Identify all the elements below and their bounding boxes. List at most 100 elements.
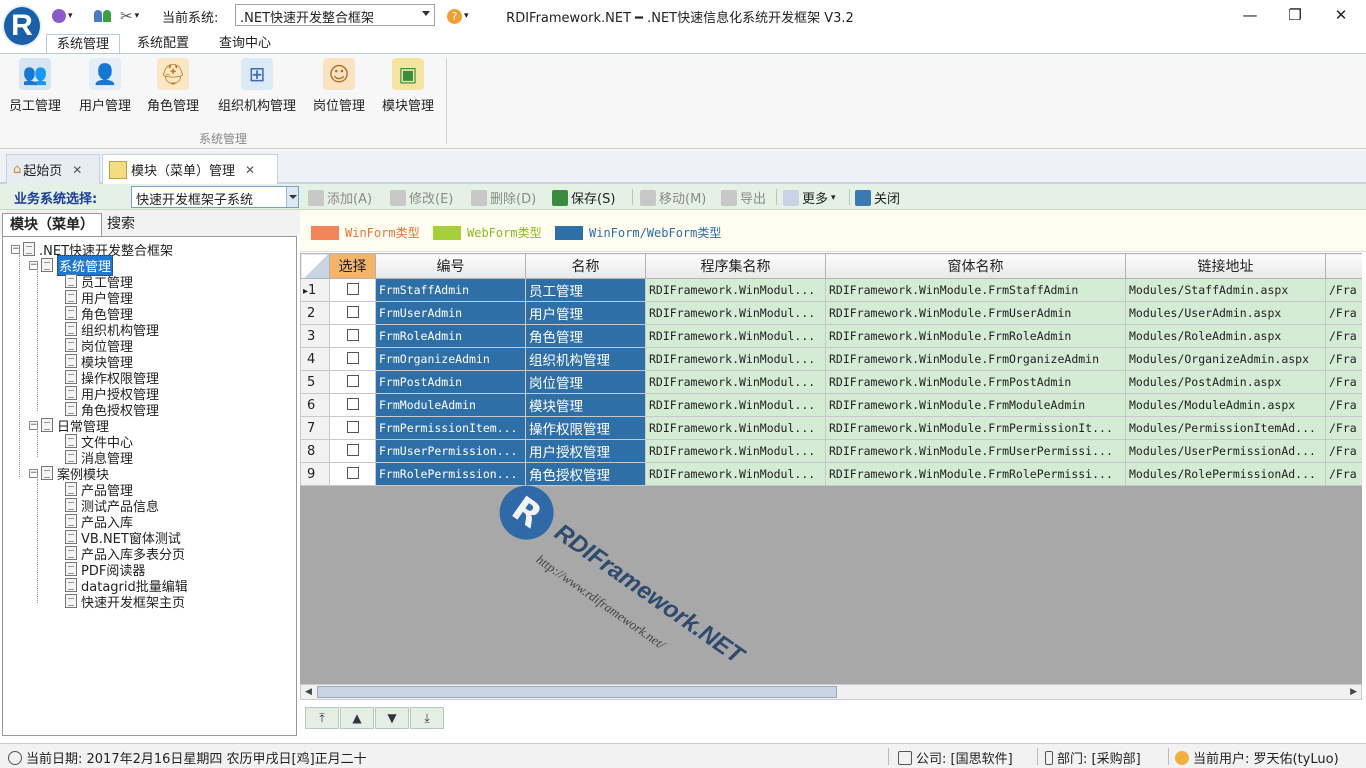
checkbox[interactable] — [346, 397, 359, 410]
previous-record-button[interactable]: ▲ — [340, 707, 374, 729]
checkbox[interactable] — [346, 282, 359, 295]
cell-extra[interactable]: /Fra — [1325, 324, 1362, 348]
cell-extra[interactable]: /Fra — [1325, 347, 1362, 371]
last-record-button[interactable]: ⤓ — [410, 707, 444, 729]
row-checkbox[interactable] — [329, 324, 376, 348]
cell-assembly[interactable]: RDIFramework.WinModul... — [645, 278, 826, 302]
checkbox[interactable] — [346, 443, 359, 456]
cell-form[interactable]: RDIFramework.WinModule.FrmRoleAdmin — [825, 324, 1126, 348]
column-header-select[interactable]: 选择 — [329, 253, 376, 279]
cell-url[interactable]: Modules/RolePermissionAd... — [1125, 462, 1326, 486]
checkbox[interactable] — [346, 466, 359, 479]
row-number[interactable]: 4 — [300, 347, 330, 371]
select-all-corner[interactable] — [300, 253, 330, 279]
cell-name[interactable]: 岗位管理 — [525, 370, 646, 394]
cell-form[interactable]: RDIFramework.WinModule.FrmUserPermissi..… — [825, 439, 1126, 463]
table-row[interactable]: 5 FrmPostAdmin 岗位管理 RDIFramework.WinModul..… — [300, 370, 1362, 394]
table-row[interactable]: 6 FrmModuleAdmin 模块管理 RDIFramework.WinModul… — [300, 393, 1362, 417]
collapse-icon[interactable]: − — [29, 420, 38, 430]
tree-item[interactable]: 快速开发框架主页 — [65, 593, 185, 611]
cell-assembly[interactable]: RDIFramework.WinModul... — [645, 370, 826, 394]
cell-code[interactable]: FrmRoleAdmin — [375, 324, 526, 348]
restore-button[interactable]: ❐ — [1280, 4, 1310, 26]
tab-system-management[interactable]: 系统管理 — [46, 34, 121, 55]
column-header-more[interactable] — [1325, 253, 1362, 279]
cell-code[interactable]: FrmPermissionItem... — [375, 416, 526, 440]
row-number[interactable]: 9 — [300, 462, 330, 486]
horizontal-scrollbar[interactable]: ◀ ▶ — [300, 684, 1362, 700]
export-button[interactable]: 导出 — [721, 188, 766, 207]
row-checkbox[interactable] — [329, 301, 376, 325]
minimize-button[interactable]: — — [1235, 4, 1265, 26]
row-number[interactable]: 6 — [300, 393, 330, 417]
table-row[interactable]: 2 FrmUserAdmin 用户管理 RDIFramework.WinModul..… — [300, 301, 1362, 325]
cell-code[interactable]: FrmStaffAdmin — [375, 278, 526, 302]
cell-form[interactable]: RDIFramework.WinModule.FrmPostAdmin — [825, 370, 1126, 394]
cell-code[interactable]: FrmOrganizeAdmin — [375, 347, 526, 371]
row-number[interactable]: 8 — [300, 439, 330, 463]
cell-name[interactable]: 用户授权管理 — [525, 439, 646, 463]
row-number[interactable]: 5 — [300, 370, 330, 394]
post-management-button[interactable]: ☺ 岗位管理 — [309, 58, 369, 118]
checkbox[interactable] — [346, 305, 359, 318]
row-number[interactable]: 2 — [300, 301, 330, 325]
cell-name[interactable]: 组织机构管理 — [525, 347, 646, 371]
tab-module-tree[interactable]: 模块（菜单） — [2, 213, 102, 236]
cell-code[interactable]: FrmUserPermission... — [375, 439, 526, 463]
cell-code[interactable]: FrmModuleAdmin — [375, 393, 526, 417]
cell-form[interactable]: RDIFramework.WinModule.FrmRolePermissi..… — [825, 462, 1126, 486]
cell-name[interactable]: 员工管理 — [525, 278, 646, 302]
cell-url[interactable]: Modules/UserAdmin.aspx — [1125, 301, 1326, 325]
row-checkbox[interactable] — [329, 370, 376, 394]
user-management-button[interactable]: 👤 用户管理 — [75, 58, 135, 118]
tab-search[interactable]: 搜索 — [100, 213, 142, 236]
cell-code[interactable]: FrmUserAdmin — [375, 301, 526, 325]
cell-extra[interactable]: /Fra — [1325, 439, 1362, 463]
table-row[interactable]: ▸1 FrmStaffAdmin 员工管理 RDIFramework.WinModul… — [300, 278, 1362, 302]
module-management-button[interactable]: ▣ 模块管理 — [378, 58, 438, 118]
tools-icon[interactable]: ✂ ▾ — [120, 7, 139, 25]
cell-assembly[interactable]: RDIFramework.WinModul... — [645, 301, 826, 325]
checkbox[interactable] — [346, 328, 359, 341]
collapse-icon[interactable]: − — [29, 468, 38, 478]
row-checkbox[interactable] — [329, 393, 376, 417]
row-number[interactable]: ▸1 — [300, 278, 330, 302]
cell-name[interactable]: 角色管理 — [525, 324, 646, 348]
cell-extra[interactable]: /Fra — [1325, 393, 1362, 417]
help-icon[interactable]: ? ▾ — [447, 7, 469, 25]
scroll-thumb[interactable] — [317, 686, 837, 698]
cell-url[interactable]: Modules/PostAdmin.aspx — [1125, 370, 1326, 394]
next-record-button[interactable]: ▼ — [375, 707, 409, 729]
users-icon[interactable] — [94, 7, 111, 25]
staff-management-button[interactable]: 👥 员工管理 — [6, 58, 64, 118]
tab-module-management[interactable]: 模块（菜单）管理 ✕ — [102, 154, 278, 184]
cell-extra[interactable]: /Fra — [1325, 278, 1362, 302]
edit-button[interactable]: 修改(E) — [390, 188, 453, 207]
cell-name[interactable]: 用户管理 — [525, 301, 646, 325]
row-number[interactable]: 3 — [300, 324, 330, 348]
cell-form[interactable]: RDIFramework.WinModule.FrmModuleAdmin — [825, 393, 1126, 417]
save-button[interactable]: 保存(S) — [552, 188, 615, 207]
cell-code[interactable]: FrmPostAdmin — [375, 370, 526, 394]
row-checkbox[interactable] — [329, 462, 376, 486]
cell-form[interactable]: RDIFramework.WinModule.FrmUserAdmin — [825, 301, 1126, 325]
cell-name[interactable]: 角色授权管理 — [525, 462, 646, 486]
row-checkbox[interactable] — [329, 416, 376, 440]
more-button[interactable]: 更多 ▾ — [783, 188, 836, 207]
cell-url[interactable]: Modules/OrganizeAdmin.aspx — [1125, 347, 1326, 371]
table-row[interactable]: 4 FrmOrganizeAdmin 组织机构管理 RDIFramework.WinM… — [300, 347, 1362, 371]
table-row[interactable]: 3 FrmRoleAdmin 角色管理 RDIFramework.WinModul..… — [300, 324, 1362, 348]
delete-button[interactable]: 删除(D) — [471, 188, 536, 207]
close-icon[interactable]: ✕ — [72, 163, 82, 177]
scroll-left-icon[interactable]: ◀ — [305, 687, 312, 697]
table-row[interactable]: 9 FrmRolePermission... 角色授权管理 RDIFramework.… — [300, 462, 1362, 486]
column-header-form[interactable]: 窗体名称 — [825, 253, 1126, 279]
cell-assembly[interactable]: RDIFramework.WinModul... — [645, 347, 826, 371]
tab-query-center[interactable]: 查询中心 — [209, 34, 281, 55]
checkbox[interactable] — [346, 420, 359, 433]
tab-system-config[interactable]: 系统配置 — [127, 34, 199, 55]
cell-assembly[interactable]: RDIFramework.WinModul... — [645, 439, 826, 463]
column-header-code[interactable]: 编号 — [375, 253, 526, 279]
cell-code[interactable]: FrmRolePermission... — [375, 462, 526, 486]
cell-assembly[interactable]: RDIFramework.WinModul... — [645, 393, 826, 417]
